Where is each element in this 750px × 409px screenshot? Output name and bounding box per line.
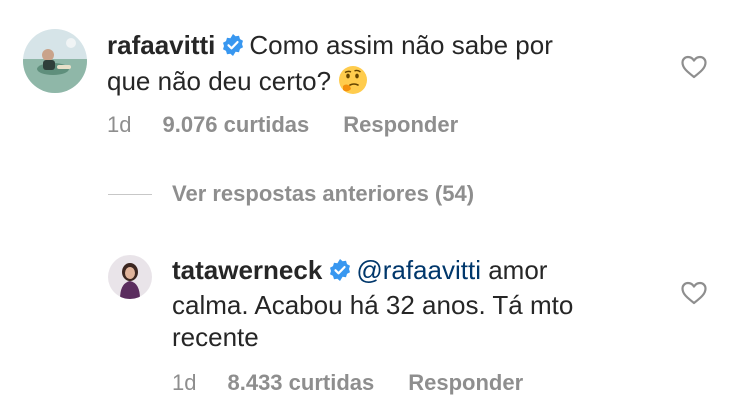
verified-badge-icon — [328, 257, 352, 289]
comment-meta-rafaavitti: 1d 9.076 curtidas Responder — [107, 112, 458, 138]
like-heart-icon[interactable] — [681, 281, 707, 310]
view-previous-replies-button[interactable]: Ver respostas anteriores (54) — [108, 181, 474, 207]
comment-text-line: amor — [488, 255, 548, 285]
comment-rafaavitti: rafaavitti Como assim não sabe por que nã… — [107, 29, 647, 103]
comment-username[interactable]: tatawerneck — [172, 255, 322, 285]
comment-text-line: que não deu certo? — [107, 66, 332, 96]
comment-username[interactable]: rafaavitti — [107, 30, 215, 60]
comment-text-line: recente — [172, 322, 259, 352]
mention-link[interactable]: @rafaavitti — [356, 255, 481, 285]
comment-tatawerneck: tatawerneck @rafaavitti amor calma. Acabo… — [172, 254, 642, 353]
comment-text-line: calma. Acabou há 32 anos. Tá mto — [172, 290, 574, 320]
replies-divider-line — [108, 193, 152, 195]
avatar-rafaavitti[interactable] — [23, 29, 87, 93]
likes-count[interactable]: 9.076 curtidas — [162, 112, 309, 138]
verified-badge-icon — [221, 32, 245, 64]
like-heart-icon[interactable] — [681, 55, 707, 84]
view-previous-replies-label[interactable]: Ver respostas anteriores (54) — [172, 181, 474, 207]
comment-time: 1d — [107, 112, 132, 137]
thinking-face-emoji-icon — [337, 64, 369, 103]
reply-button[interactable]: Responder — [343, 112, 458, 138]
reply-button[interactable]: Responder — [408, 370, 523, 396]
comment-text-line: Como assim não sabe por — [249, 30, 553, 60]
avatar-tatawerneck[interactable] — [108, 255, 152, 299]
comment-meta-tatawerneck: 1d 8.433 curtidas Responder — [172, 370, 523, 396]
comment-time: 1d — [172, 370, 197, 395]
likes-count[interactable]: 8.433 curtidas — [227, 370, 374, 396]
